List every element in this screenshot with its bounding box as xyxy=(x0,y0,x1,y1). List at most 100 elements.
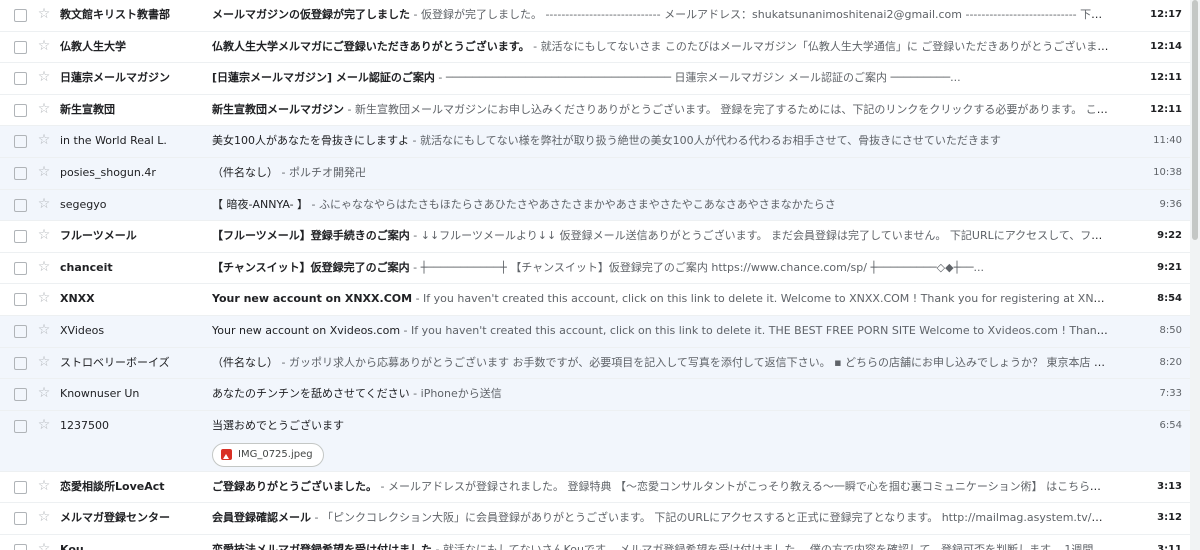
select-checkbox[interactable] xyxy=(14,293,27,307)
email-content: [日蓮宗メールマガジン] メール認証のご案内 - ───────────────… xyxy=(212,63,1110,93)
image-file-icon xyxy=(221,449,232,461)
select-checkbox[interactable] xyxy=(14,166,27,180)
select-checkbox[interactable] xyxy=(14,103,27,117)
email-subject: （件名なし） xyxy=(212,165,278,179)
email-snippet: - If you haven't created this account, c… xyxy=(403,323,1110,337)
email-sender: 教文館キリスト教書部 xyxy=(60,8,170,21)
email-subject: Your new account on XNXX.COM xyxy=(212,292,413,306)
email-row[interactable]: ☆ 仏教人生大学 仏教人生大学メルマガにご登録いただきありがとうございます。 - 就… xyxy=(0,31,1190,64)
email-content: Your new account on XNXX.COM - If you ha… xyxy=(212,284,1110,314)
select-checkbox[interactable] xyxy=(14,388,27,402)
email-subject: 仏教人生大学メルマガにご登録いただきありがとうございます。 xyxy=(212,39,530,53)
email-time: 12:17 xyxy=(1150,9,1182,20)
email-snippet: - 「ピンクコレクション大阪」に会員登録がありがとうございます。 下記のURLに… xyxy=(311,511,1110,525)
select-checkbox[interactable] xyxy=(14,261,27,275)
email-row[interactable]: ☆ メルマガ登録センター 会員登録確認メール - 「ピンクコレクション大阪」に会員登… xyxy=(0,503,1190,535)
email-row[interactable]: ☆ Knownuser Un あなたのチンチンを舐めさせてください - iPhone… xyxy=(0,379,1190,411)
star-icon[interactable]: ☆ xyxy=(36,384,52,402)
star-icon[interactable]: ☆ xyxy=(36,131,52,149)
email-content: （件名なし） - ガッポリ求人から応募ありがとうございます お手数ですが、必要項… xyxy=(212,348,1110,378)
email-row[interactable]: ☆ 教文館キリスト教書部 メールマガジンの仮登録が完了しました - 仮登録が完了しま… xyxy=(0,0,1190,32)
scrollbar[interactable] xyxy=(1190,0,1200,550)
email-row[interactable]: ☆ 日蓮宗メールマガジン [日蓮宗メールマガジン] メール認証のご案内 - ────… xyxy=(0,63,1190,95)
select-checkbox[interactable] xyxy=(14,9,27,22)
email-row[interactable]: ☆ 1237500 当選おめでとうございます 6:54 IMG_0725.jpeg xyxy=(0,410,1190,472)
email-list: ☆ 教文館キリスト教書部 メールマガジンの仮登録が完了しました - 仮登録が完了しま… xyxy=(0,0,1191,550)
email-content: あなたのチンチンを舐めさせてください - iPhoneから送信 xyxy=(212,379,1110,409)
email-row[interactable]: ☆ 恋愛相談所LoveAct ご登録ありがとうございました。 - メールアドレスが登… xyxy=(0,471,1190,504)
email-content: 美女100人があなたを骨抜きにしますよ - 就活なにもしてない様を弊社が取り扱う… xyxy=(212,126,1110,156)
email-subject: 【チャンスイット】仮登録完了のご案内 xyxy=(212,260,410,274)
star-icon[interactable]: ☆ xyxy=(36,353,52,371)
select-checkbox[interactable] xyxy=(14,230,27,244)
email-sender: chanceit xyxy=(60,260,113,274)
email-subject: ご登録ありがとうございました。 xyxy=(212,479,377,493)
email-time: 9:21 xyxy=(1157,261,1182,273)
select-checkbox[interactable] xyxy=(14,356,27,370)
star-icon[interactable]: ☆ xyxy=(36,508,52,526)
email-time: 3:13 xyxy=(1157,480,1182,492)
select-checkbox[interactable] xyxy=(14,135,27,149)
email-subject: 新生宣教団メールマガジン xyxy=(212,102,344,116)
email-content: 当選おめでとうございます xyxy=(212,411,1110,441)
email-sender: 1237500 xyxy=(60,418,109,432)
select-checkbox[interactable] xyxy=(14,419,27,433)
email-sender: 新生宣教団 xyxy=(60,102,115,116)
select-checkbox[interactable] xyxy=(14,40,27,54)
star-icon[interactable]: ☆ xyxy=(36,226,52,244)
email-content: （件名なし） - ポルチオ開発卍 xyxy=(212,158,1110,188)
star-icon[interactable]: ☆ xyxy=(36,37,52,55)
email-content: 仏教人生大学メルマガにご登録いただきありがとうございます。 - 就活なにもしてな… xyxy=(212,32,1110,62)
star-icon[interactable]: ☆ xyxy=(36,258,52,276)
email-snippet: - ガッポリ求人から応募ありがとうございます お手数ですが、必要項目を記入して写… xyxy=(278,355,1110,369)
star-icon[interactable]: ☆ xyxy=(36,5,52,23)
star-icon[interactable]: ☆ xyxy=(36,416,52,434)
email-sender: XNXX xyxy=(60,292,95,306)
email-row[interactable]: ☆ segegyo 【 暗夜-ANNYA- 】 - ふにゃななやらはたさもほたらさあ… xyxy=(0,189,1190,222)
email-row[interactable]: ☆ chanceit 【チャンスイット】仮登録完了のご案内 - ┼─────────… xyxy=(0,252,1190,285)
email-row[interactable]: ☆ フルーツメール 【フルーツメール】登録手続きのご案内 - ↓↓フルーツメールより… xyxy=(0,221,1190,253)
star-icon[interactable]: ☆ xyxy=(36,195,52,213)
star-icon[interactable]: ☆ xyxy=(36,321,52,339)
attachment-filename: IMG_0725.jpeg xyxy=(238,449,313,461)
email-time: 8:50 xyxy=(1159,324,1182,336)
email-snippet: - 就活なにもしてないさんKouです。 メルマガ登録希望を受け付けました。 僕の… xyxy=(432,542,1110,550)
email-time: 3:11 xyxy=(1157,543,1182,550)
select-checkbox[interactable] xyxy=(14,324,27,338)
email-row[interactable]: ☆ Kou 恋愛技法メルマガ登録希望を受け付けました - 就活なにもしてないさんKo… xyxy=(0,534,1190,550)
email-time: 7:33 xyxy=(1159,388,1182,400)
email-snippet: - 就活なにもしてないさま このたびはメールマガジン「仏教人生大学通信」に ご登… xyxy=(529,39,1110,53)
star-icon[interactable]: ☆ xyxy=(36,100,52,118)
email-row[interactable]: ☆ ストロベリーボーイズ （件名なし） - ガッポリ求人から応募ありがとうございます… xyxy=(0,347,1190,380)
email-time: 8:54 xyxy=(1157,293,1182,305)
star-icon[interactable]: ☆ xyxy=(36,68,52,86)
select-checkbox[interactable] xyxy=(14,543,27,550)
email-snippet: - If you haven't created this account, c… xyxy=(415,292,1110,306)
email-time: 8:20 xyxy=(1159,356,1182,368)
email-row[interactable]: ☆ posies_shogun.4r （件名なし） - ポルチオ開発卍 10:38 xyxy=(0,157,1190,190)
email-subject: 美女100人があなたを骨抜きにしますよ xyxy=(212,134,409,148)
email-time: 11:40 xyxy=(1153,135,1182,147)
email-time: 12:11 xyxy=(1150,103,1182,115)
select-checkbox[interactable] xyxy=(14,72,27,86)
email-row[interactable]: ☆ XVideos Your new account on Xvideos.com … xyxy=(0,315,1190,348)
email-sender: XVideos xyxy=(60,323,105,337)
star-icon[interactable]: ☆ xyxy=(36,289,52,307)
email-time: 9:22 xyxy=(1157,230,1182,242)
select-checkbox[interactable] xyxy=(14,198,27,212)
email-content: メールマガジンの仮登録が完了しました - 仮登録が完了しました。 -------… xyxy=(212,0,1110,30)
email-row[interactable]: ☆ 新生宣教団 新生宣教団メールマガジン - 新生宣教団メールマガジンにお申し込みく… xyxy=(0,94,1190,127)
email-subject: （件名なし） xyxy=(212,355,278,369)
email-row[interactable]: ☆ in the World Real L. 美女100人があなたを骨抜きにしますよ… xyxy=(0,126,1190,158)
select-checkbox[interactable] xyxy=(14,480,27,494)
email-sender: Kou xyxy=(60,542,84,550)
attachment-chip[interactable]: IMG_0725.jpeg xyxy=(212,442,324,467)
star-icon[interactable]: ☆ xyxy=(36,163,52,181)
email-row[interactable]: ☆ XNXX Your new account on XNXX.COM - If y… xyxy=(0,284,1190,316)
scrollbar-thumb[interactable] xyxy=(1192,0,1198,240)
select-checkbox[interactable] xyxy=(14,512,27,526)
email-sender: 恋愛相談所LoveAct xyxy=(60,479,165,493)
email-snippet: - iPhoneから送信 xyxy=(409,387,502,401)
star-icon[interactable]: ☆ xyxy=(36,477,52,495)
star-icon[interactable]: ☆ xyxy=(36,540,52,550)
